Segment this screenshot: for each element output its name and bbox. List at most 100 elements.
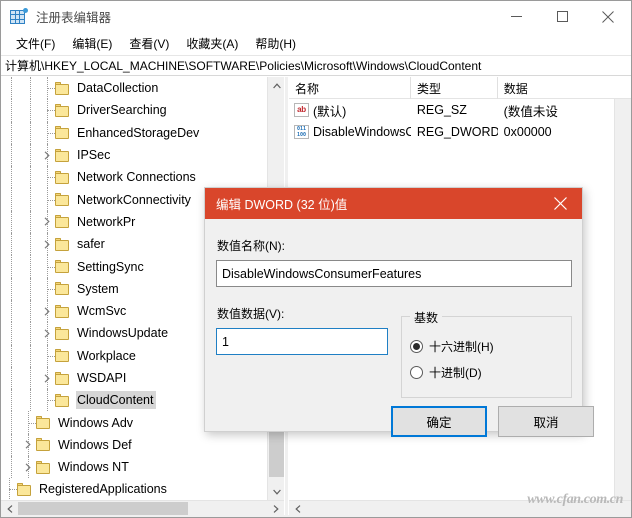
value-row[interactable]: 011100 DisableWindowsConsu... REG_DWORD 0x0… <box>289 121 631 143</box>
column-header-data[interactable]: 数据 <box>498 77 631 99</box>
base-groupbox: 基数 <box>401 309 572 398</box>
tree-expander-icon[interactable] <box>39 210 55 234</box>
tree-connector-icon <box>39 77 55 100</box>
status-bar <box>1 515 631 517</box>
title-bar: 注册表编辑器 <box>1 1 631 32</box>
tree-expander-icon[interactable] <box>39 322 55 345</box>
folder-icon <box>55 193 71 207</box>
tree-connector-icon <box>39 344 55 367</box>
tree-item-enhancedstoragedev[interactable]: EnhancedStorageDev <box>1 121 267 144</box>
registry-path: 计算机\HKEY_LOCAL_MACHINE\SOFTWARE\Policies… <box>5 59 482 73</box>
tree-item-label: safer <box>77 237 105 252</box>
folder-icon <box>55 103 71 117</box>
tree-item-label: Windows Adv <box>58 415 134 430</box>
tree-item-ipsec[interactable]: IPSec <box>1 143 267 167</box>
value-data-cell: 0x00000 <box>503 125 552 139</box>
tree-expander-icon[interactable] <box>20 456 36 479</box>
folder-icon <box>55 81 71 95</box>
menu-help[interactable]: 帮助(H) <box>247 33 305 55</box>
dialog-title-bar: 编辑 DWORD (32 位)值 <box>205 188 582 219</box>
tree-item-label: Network Connections <box>77 170 196 185</box>
tree-item-label: WindowsUpdate <box>77 326 169 341</box>
minimize-button[interactable] <box>493 1 539 32</box>
tree-connector-icon <box>20 411 36 434</box>
tree-item-label: DataCollection <box>77 81 159 96</box>
value-name-label: 数值名称(N): <box>217 239 285 253</box>
tree-item-label: WSDAPI <box>77 371 127 385</box>
folder-icon <box>55 170 71 184</box>
menu-edit[interactable]: 编辑(E) <box>64 33 121 55</box>
tree-expander-icon[interactable] <box>39 233 55 256</box>
folder-icon <box>36 438 52 452</box>
tree-item-label: IPSec <box>77 148 111 163</box>
folder-icon <box>55 371 71 385</box>
radio-hexadecimal-label: 十六进制(H) <box>429 340 494 354</box>
folder-icon <box>55 349 71 363</box>
folder-icon <box>17 482 33 496</box>
tree-connector-icon <box>39 188 55 211</box>
menu-file[interactable]: 文件(F) <box>8 33 64 55</box>
column-header-name[interactable]: 名称 <box>289 77 411 99</box>
tree-item-label: CloudContent <box>77 393 154 408</box>
edit-dword-dialog: 编辑 DWORD (32 位)值 数值名称(N): DisableWindows… <box>204 187 594 437</box>
values-vertical-scrollbar[interactable] <box>614 99 631 500</box>
column-header-type[interactable]: 类型 <box>411 77 498 99</box>
radio-decimal[interactable]: 十进制(D) <box>410 364 482 381</box>
ok-button[interactable]: 确定 <box>391 406 487 437</box>
tree-connector-icon <box>39 166 55 189</box>
value-data-input[interactable]: 1 <box>216 328 388 355</box>
tree-item-registeredapplications[interactable]: RegisteredApplications <box>1 478 267 500</box>
tree-scroll-thumb[interactable] <box>269 427 284 477</box>
values-list: ab (默认) REG_SZ (数值未设 011100 DisableWindowsCon… <box>289 99 631 143</box>
folder-icon <box>55 126 71 140</box>
tree-expander-icon[interactable] <box>39 143 55 167</box>
folder-icon <box>55 215 71 229</box>
radio-decimal-label: 十进制(D) <box>429 366 482 380</box>
window-controls <box>493 1 631 32</box>
base-group-label: 基数 <box>410 309 443 326</box>
folder-icon <box>55 260 71 274</box>
tree-expander-icon[interactable] <box>20 433 36 457</box>
value-type-cell: REG_DWORD <box>416 125 498 139</box>
folder-icon <box>55 326 71 340</box>
close-button[interactable] <box>585 1 631 32</box>
tree-connector-icon <box>39 277 55 300</box>
tree-item-driversearching[interactable]: DriverSearching <box>1 99 267 122</box>
dialog-close-button[interactable] <box>538 188 582 219</box>
string-value-icon: ab <box>294 103 309 117</box>
maximize-button[interactable] <box>539 1 585 32</box>
radio-decimal-indicator[interactable] <box>410 366 423 379</box>
folder-icon <box>55 304 71 318</box>
dialog-title: 编辑 DWORD (32 位)值 <box>216 198 348 212</box>
dialog-body: 数值名称(N): DisableWindowsConsumerFeatures … <box>205 219 594 437</box>
tree-item-label: NetworkConnectivity <box>77 192 191 207</box>
dword-value-icon: 011 100 <box>294 125 309 139</box>
tree-item-label: SettingSync <box>77 259 144 274</box>
scroll-up-icon[interactable] <box>268 77 284 94</box>
tree-item-network-connections[interactable]: Network Connections <box>1 166 267 189</box>
scroll-down-icon[interactable] <box>268 483 284 500</box>
tree-item-label: RegisteredApplications <box>39 482 167 497</box>
tree-item-label: EnhancedStorageDev <box>77 125 200 140</box>
cancel-button[interactable]: 取消 <box>498 406 594 437</box>
menu-view[interactable]: 查看(V) <box>121 33 178 55</box>
tree-connector-icon <box>39 99 55 122</box>
radio-hexadecimal-indicator[interactable] <box>410 340 423 353</box>
tree-item-datacollection[interactable]: DataCollection <box>1 77 267 100</box>
value-name-text: (默认) <box>313 104 347 119</box>
tree-expander-icon[interactable] <box>39 299 55 323</box>
tree-expander-icon[interactable] <box>39 366 55 390</box>
value-data-label: 数值数据(V): <box>217 307 285 321</box>
tree-connector-icon <box>39 389 55 412</box>
value-data-cell: (数值未设 <box>503 104 558 119</box>
menu-favorites[interactable]: 收藏夹(A) <box>178 33 247 55</box>
tree-item-windows-def[interactable]: Windows Def <box>1 433 267 457</box>
value-row[interactable]: ab (默认) REG_SZ (数值未设 <box>289 99 631 121</box>
tree-item-label: WcmSvc <box>77 304 127 319</box>
radio-hexadecimal[interactable]: 十六进制(H) <box>410 338 494 355</box>
tree-item-label: Workplace <box>77 348 136 363</box>
value-name-input[interactable]: DisableWindowsConsumerFeatures <box>216 260 572 287</box>
tree-item-windows-nt[interactable]: Windows NT <box>1 456 267 479</box>
value-name-text: DisableWindowsConsu... <box>313 125 411 139</box>
address-bar[interactable]: 计算机\HKEY_LOCAL_MACHINE\SOFTWARE\Policies… <box>1 55 631 76</box>
